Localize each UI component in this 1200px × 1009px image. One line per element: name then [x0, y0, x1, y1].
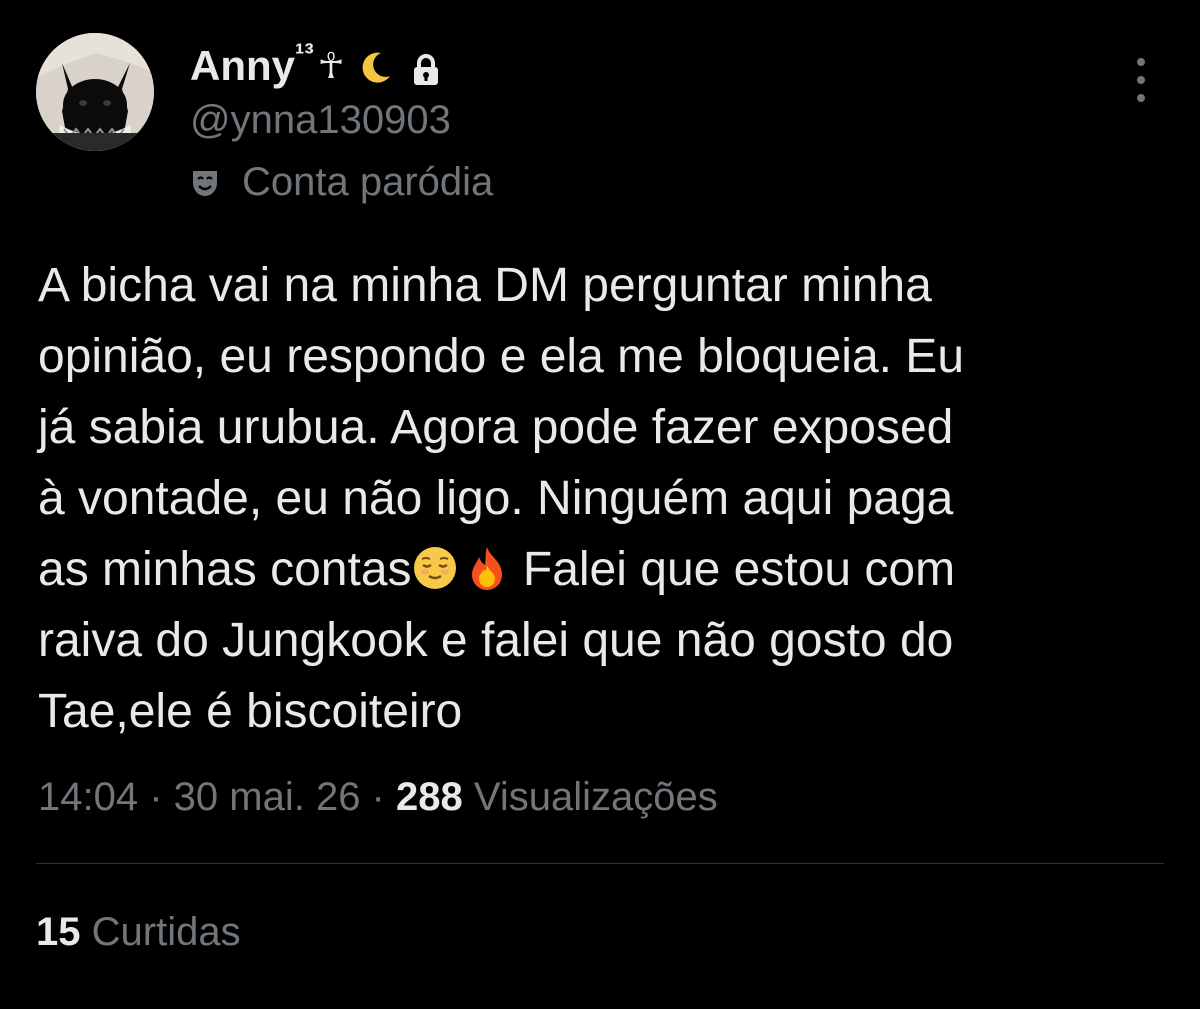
- tweet-line: já sabia urubua. Agora pode fazer expose…: [38, 401, 954, 454]
- tweet-line: Tae,ele é biscoiteiro: [38, 685, 463, 738]
- crescent-moon-icon: [357, 48, 393, 84]
- tweet-card: Anny ¹³ ☥ @ynna130903 Conta paródia A bi…: [0, 0, 1200, 1009]
- tweet-line: opinião, eu respondo e ela me bloqueia. …: [38, 330, 965, 383]
- user-handle[interactable]: @ynna130903: [190, 98, 451, 143]
- avatar[interactable]: [36, 33, 154, 151]
- likes-label: Curtidas: [91, 910, 241, 954]
- tweet-meta: 14:04 · 30 mai. 26 · 288 Visualizações: [38, 775, 718, 820]
- meta-separator: ·: [360, 775, 396, 819]
- likes-link[interactable]: 15 Curtidas: [36, 910, 241, 955]
- views-label: Visualizações: [473, 775, 718, 819]
- more-options-icon[interactable]: [1124, 58, 1158, 102]
- parody-label-text: Conta paródia: [242, 160, 494, 204]
- tweet-line-segment: Falei que estou com: [509, 543, 956, 596]
- tweet-line: raiva do Jungkook e falei que não gosto …: [38, 614, 954, 667]
- ankh-glyph: ☥: [317, 45, 345, 86]
- parody-account-label: Conta paródia: [188, 160, 493, 205]
- likes-count: 15: [36, 910, 81, 954]
- relieved-face-emoji: [412, 540, 458, 589]
- tweet-line: à vontade, eu não ligo. Ninguém aqui pag…: [38, 472, 954, 525]
- divider: [36, 863, 1164, 864]
- tweet-line: A bicha vai na minha DM perguntar minha: [38, 259, 932, 312]
- tweet-line-segment: as minhas contas: [38, 543, 412, 596]
- display-name-superscript: ¹³: [295, 38, 314, 69]
- display-name[interactable]: Anny ¹³ ☥: [190, 38, 441, 92]
- tweet-line: as minhas contas Falei que estou com: [38, 534, 1178, 605]
- fire-emoji: [464, 540, 510, 590]
- tweet-time[interactable]: 14:04: [38, 775, 138, 819]
- display-name-text: Anny: [190, 42, 295, 89]
- theater-mask-icon: [188, 166, 222, 200]
- meta-separator: ·: [138, 775, 174, 819]
- lock-icon: [411, 49, 441, 85]
- tweet-text: A bicha vai na minha DM perguntar minha …: [38, 250, 1178, 747]
- tweet-date[interactable]: 30 mai. 26: [174, 775, 361, 819]
- views-count: 288: [395, 775, 463, 819]
